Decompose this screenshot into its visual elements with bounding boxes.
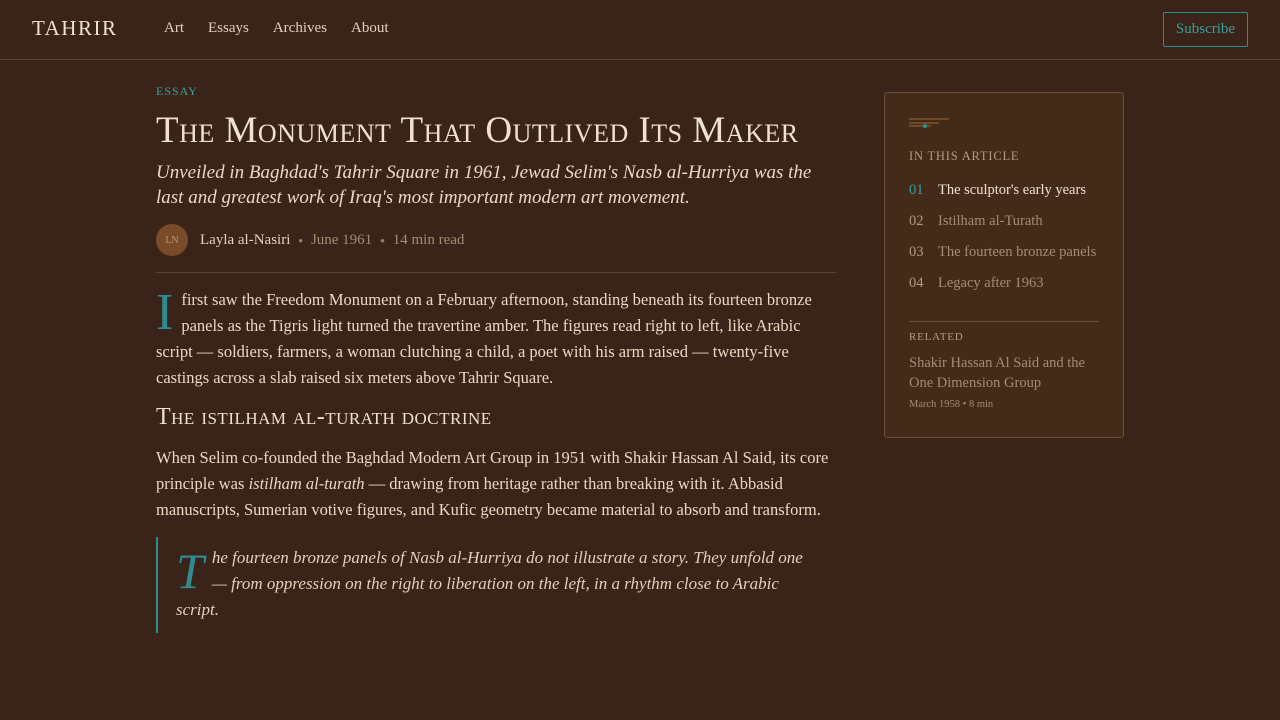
toc-heading: IN THIS ARTICLE [909,149,1020,163]
article: ESSAY The Monument That Outlived Its Mak… [156,84,836,633]
nav-link-about[interactable]: About [351,20,389,37]
nav-link-archives[interactable]: Archives [273,20,327,37]
toc-item[interactable]: 01 The sculptor's early years [909,181,1101,200]
related-label: RELATED [909,331,964,343]
article-divider [156,272,836,273]
toc-label: Legacy after 1963 [938,275,1044,291]
drop-cap: I [156,284,174,341]
sidebar-divider [909,321,1099,322]
byline-separator: • [298,232,303,248]
toc-item[interactable]: 03 The fourteen bronze panels [909,243,1101,262]
toc-label: Istilham al-Turath [938,213,1043,229]
toc-number: 03 [909,244,924,260]
main-nav: Art Essays Archives About [164,20,389,37]
article-kicker: ESSAY [156,84,198,98]
byline-separator: • [380,232,385,248]
toc-item[interactable]: 02 Istilham al-Turath [909,212,1101,231]
toc-number: 04 [909,275,924,291]
toc-number: 02 [909,213,924,229]
quote-text: he fourteen bronze panels of Nasb al-Hur… [176,548,803,619]
author-avatar[interactable]: LN [156,224,188,256]
article-title: The Monument That Outlived Its Maker [156,110,799,151]
pull-quote: T he fourteen bronze panels of Nasb al-H… [156,537,836,633]
body-paragraph: When Selim co-founded the Baghdad Modern… [156,445,836,523]
decorative-lines-icon [909,118,949,129]
toc-label: The sculptor's early years [938,182,1086,198]
related-article-link[interactable]: Shakir Hassan Al Said and the One Dimens… [909,353,1105,393]
read-time: 14 min read [392,231,465,248]
related-article-meta: March 1958 • 8 min [909,399,994,410]
paragraph-emphasis: istilham al-turath [248,474,365,493]
publish-date: June 1961 [310,231,373,248]
site-logo[interactable]: TAHRIR [32,16,117,41]
article-sidebar: IN THIS ARTICLE 01 The sculptor's early … [884,92,1124,438]
table-of-contents: 01 The sculptor's early years 02 Istilha… [909,181,1101,305]
toc-number: 01 [909,182,924,198]
nav-link-art[interactable]: Art [164,20,184,37]
article-dek: Unveiled in Baghdad's Tahrir Square in 1… [156,162,812,208]
subscribe-button[interactable]: Subscribe [1163,12,1248,47]
nav-link-essays[interactable]: Essays [208,20,249,37]
section-heading: The istilham al-turath doctrine [156,404,492,430]
toc-label: The fourteen bronze panels [938,244,1097,260]
toc-item[interactable]: 04 Legacy after 1963 [909,274,1101,293]
top-navigation-bar: TAHRIR Art Essays Archives About Subscri… [0,0,1280,60]
lead-paragraph: I first saw the Freedom Monument on a Fe… [156,287,836,391]
quote-drop-cap: T [176,543,204,599]
author-name[interactable]: Layla al-Nasiri [200,232,290,249]
byline: LN Layla al-Nasiri • June 1961 • 14 min … [156,224,836,256]
lead-text: first saw the Freedom Monument on a Febr… [156,290,812,387]
